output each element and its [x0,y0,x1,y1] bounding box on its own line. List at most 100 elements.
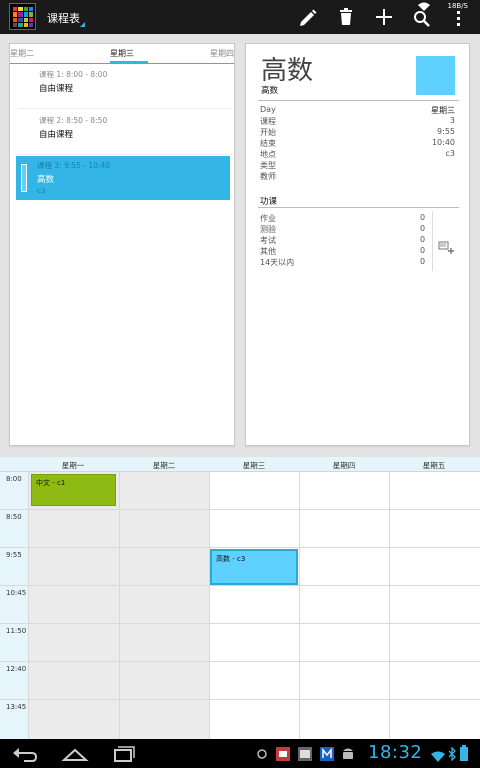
day-lessons-pane: 星期二 星期三 星期四 课程 1: 8:00 - 8:00 自由课程 课程 2:… [9,43,235,446]
day-tabs: 星期二 星期三 星期四 [10,44,234,64]
timetable-event-selected[interactable]: 高数 - c3 [210,549,298,585]
timetable-header: 星期一 星期二 星期三 星期四 星期五 [0,457,480,472]
add-icon[interactable] [372,5,396,29]
hw-label-other: 其他 [260,247,276,256]
prop-label-type: 类型 [260,161,276,170]
hw-count-quiz: 0 [420,224,426,233]
prop-value-location: c3 [445,149,456,158]
battery-icon [460,745,468,765]
divider [432,211,433,271]
divider [18,154,233,155]
divider [258,207,459,208]
grid-line [0,661,480,662]
lesson-time: 课程 1: 8:00 - 8:00 [39,70,108,79]
grid-line [0,699,480,700]
prop-label-lesson: 课程 [260,117,276,126]
tab-indicator [110,61,148,63]
app-logo-icon[interactable] [9,3,36,30]
lesson-item[interactable]: 课程 2: 8:50 - 8:50 自由课程 [18,115,228,140]
prop-label-location: 地点 [260,150,276,159]
timetable-time-label: 10:45 [6,589,27,597]
tab-current-day[interactable]: 星期三 [110,48,134,59]
grid-line [0,623,480,624]
grid-line [119,472,120,739]
delete-icon[interactable] [334,5,358,29]
timetable-day-header: 星期四 [332,461,356,470]
hw-label-exam: 考试 [260,236,276,245]
screen-lock-icon [257,746,267,765]
lesson-color-bar [21,164,27,192]
recent-apps-icon[interactable] [108,744,138,764]
timetable-time-label: 12:40 [6,665,27,673]
back-icon[interactable] [10,744,40,764]
hw-count-exam: 0 [420,235,426,244]
lesson-time: 课程 2: 8:50 - 8:50 [39,116,108,125]
home-icon[interactable] [60,744,90,764]
notification-app-icon [320,746,334,765]
grid-line [299,472,300,739]
timetable-day-header: 星期五 [422,461,446,470]
grid-line [389,472,390,739]
app-title[interactable]: 课程表 [47,10,80,26]
status-area: 18B/S [412,0,472,34]
week-timetable: 星期一 星期二 星期三 星期四 星期五 8:00 8:50 9:55 10:45… [0,457,480,739]
net-speed: 18B/S [447,2,468,10]
wifi-icon [418,2,430,11]
system-bar: 18:32 [0,739,480,768]
lesson-detail-pane: 高数 高数 Day 星期三 课程 3 开始 9:55 结束 10:40 地点 c… [245,43,470,446]
hw-count-within-14-days: 0 [420,257,426,266]
lesson-name: 高数 [37,175,55,185]
detail-title: 高数 [261,56,314,86]
timetable-time-label: 11:50 [6,627,27,635]
android-icon [342,746,354,765]
notification-app-icon [276,746,290,765]
timetable-day-header: 星期一 [61,461,85,470]
add-homework-icon[interactable] [438,240,456,254]
tab-next-day[interactable]: 星期四 [210,48,234,59]
grid-line [0,547,480,548]
status-clock[interactable]: 18:32 [368,742,422,763]
notification-app-icon [298,746,312,765]
prop-value-lesson: 3 [449,116,455,125]
tab-prev-day[interactable]: 星期二 [10,48,34,59]
timetable-time-label: 8:00 [6,475,22,483]
grid-line [28,472,29,739]
spinner-indicator-icon [80,22,85,27]
hw-count-assignment: 0 [420,213,426,222]
grid-line [0,509,480,510]
prop-label-start: 开始 [260,128,276,137]
grid-line [209,472,210,739]
lesson-time: 课程 3: 9:55 - 10:40 [37,161,110,170]
lesson-item-selected[interactable]: 课程 3: 9:55 - 10:40 高数 c3 [16,156,230,200]
prop-label-teacher: 教师 [260,172,276,181]
prop-label-day: Day [260,105,276,114]
bluetooth-icon [448,746,456,765]
lesson-location: c3 [37,187,46,195]
homework-section-title: 功课 [260,197,278,207]
edit-icon[interactable] [296,5,320,29]
prop-label-end: 结束 [260,139,276,148]
wifi-icon [431,747,445,766]
prop-value-day: 星期三 [431,106,455,115]
lesson-name: 自由课程 [39,130,74,140]
prop-value-start: 9:55 [437,127,455,136]
lesson-item[interactable]: 课程 1: 8:00 - 8:00 自由课程 [18,69,228,94]
prop-value-end: 10:40 [431,138,455,147]
hw-count-other: 0 [420,246,426,255]
timetable-event[interactable]: 中文 - c1 [31,474,116,506]
detail-subtitle: 高数 [261,86,279,96]
divider [18,108,233,109]
action-bar: 课程表 18B/S [0,0,480,34]
lesson-name: 自由课程 [39,84,74,94]
timetable-time-label: 9:55 [6,551,22,559]
timetable-day-header: 星期三 [242,461,266,470]
grid-line [0,585,480,586]
hw-label-within-14-days: 14天以内 [260,258,295,267]
lesson-color-swatch [416,56,455,95]
timetable-time-label: 13:45 [6,703,27,711]
hw-label-assignment: 作业 [260,214,276,223]
timetable-time-label: 8:50 [6,513,22,521]
hw-label-quiz: 测验 [260,225,276,234]
divider [258,100,459,101]
timetable-day-header: 星期二 [152,461,176,470]
